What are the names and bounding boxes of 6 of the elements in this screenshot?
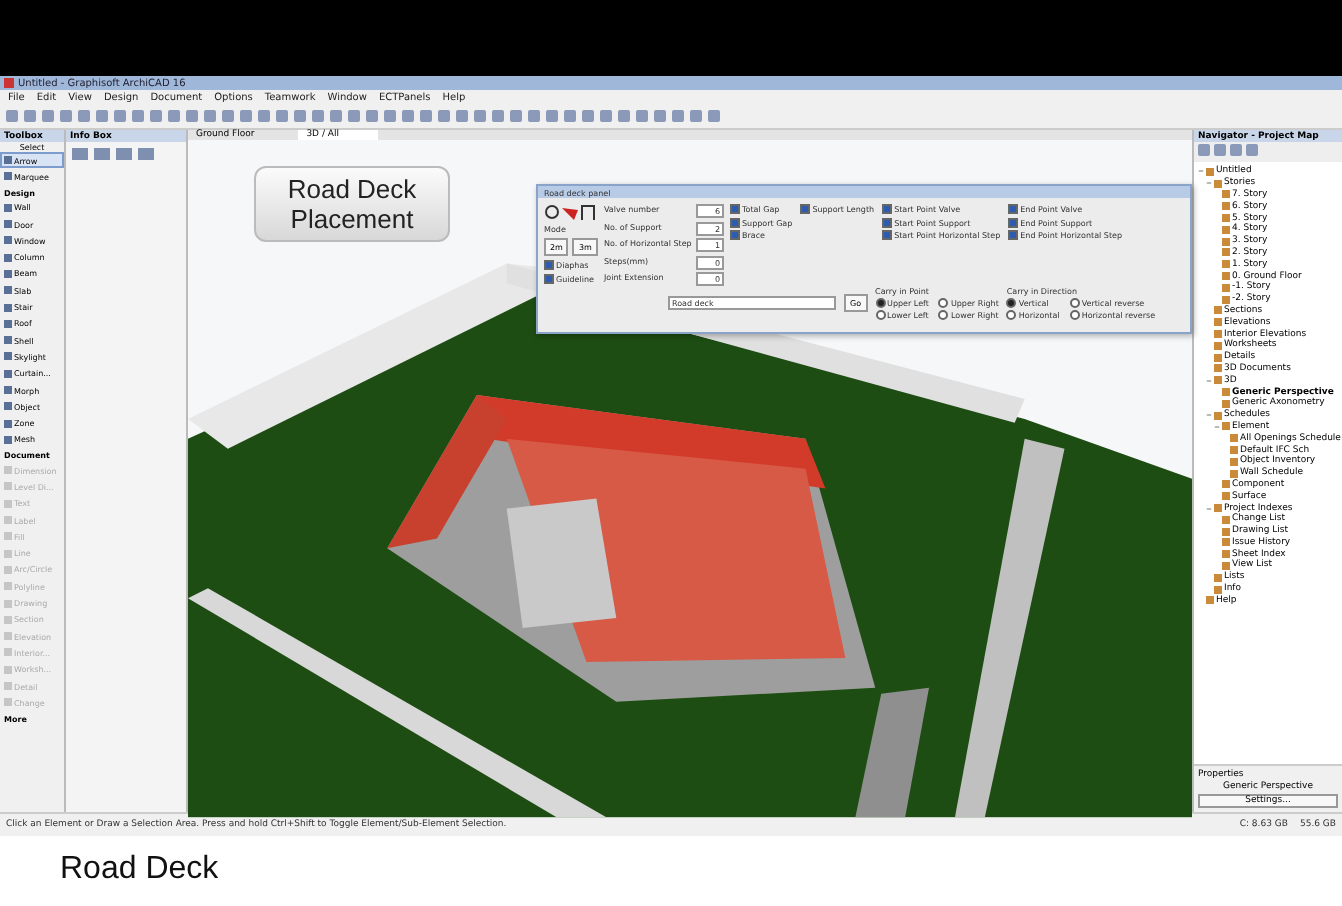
collapse-icon[interactable] [1206, 505, 1212, 511]
caption-text: Road Deck [0, 836, 1342, 906]
collapse-icon[interactable] [1206, 377, 1212, 384]
app-icon [4, 78, 14, 88]
caption-label: Road Deck Placement [254, 166, 450, 242]
frame-icon[interactable] [580, 204, 596, 220]
